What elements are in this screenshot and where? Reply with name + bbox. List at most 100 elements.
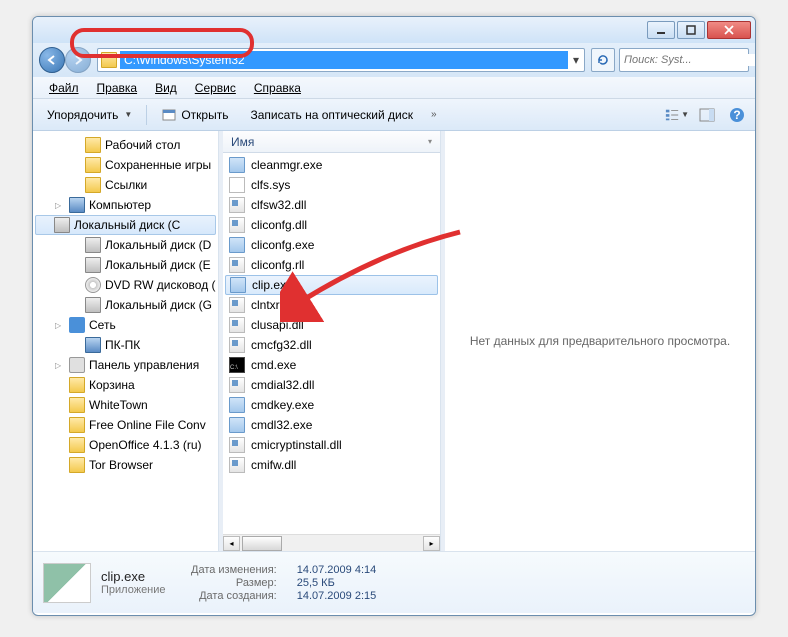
tree-icon (69, 377, 85, 393)
file-row[interactable]: cmifw.dll (223, 455, 440, 475)
tree-icon (85, 157, 101, 173)
menu-file[interactable]: Файл (41, 79, 87, 97)
tree-label: Локальный диск (G (105, 298, 212, 312)
tree-item[interactable]: Локальный диск (E (33, 255, 218, 275)
file-row[interactable]: cliconfg.exe (223, 235, 440, 255)
file-icon (229, 237, 245, 253)
file-name: cmdial32.dll (251, 378, 314, 392)
minimize-button[interactable] (647, 21, 675, 39)
search-box[interactable] (619, 48, 749, 72)
file-row[interactable]: cliconfg.dll (223, 215, 440, 235)
tree-label: Сеть (89, 318, 116, 332)
svg-text:?: ? (733, 108, 740, 122)
file-row[interactable]: cleanmgr.exe (223, 155, 440, 175)
tree-icon (69, 317, 85, 333)
file-name: clip.exe (252, 278, 293, 292)
tree-item[interactable]: Ссылки (33, 175, 218, 195)
view-mode-button[interactable]: ▼ (665, 104, 689, 126)
file-icon (229, 457, 245, 473)
tree-item[interactable]: ПК-ПК (33, 335, 218, 355)
address-input[interactable] (120, 51, 568, 69)
file-icon (229, 177, 245, 193)
maximize-button[interactable] (677, 21, 705, 39)
search-input[interactable] (624, 54, 756, 66)
menu-edit[interactable]: Правка (89, 79, 146, 97)
tree-item[interactable]: DVD RW дисковод ( (33, 275, 218, 295)
file-row[interactable]: cliconfg.rll (223, 255, 440, 275)
file-row[interactable]: clntxres.dll (223, 295, 440, 315)
address-bar[interactable]: ▾ (97, 48, 585, 72)
open-button[interactable]: Открыть (153, 103, 236, 127)
help-button[interactable]: ? (725, 104, 749, 126)
toolbar-overflow[interactable]: » (427, 109, 441, 120)
open-icon (161, 107, 177, 123)
file-icon (229, 217, 245, 233)
tree-label: Ссылки (105, 178, 147, 192)
column-header-name[interactable]: Имя▾ (223, 131, 440, 153)
refresh-button[interactable] (591, 48, 615, 72)
file-icon (229, 157, 245, 173)
tree-label: Tor Browser (89, 458, 153, 472)
tree-item[interactable]: ▷Панель управления (33, 355, 218, 375)
file-row[interactable]: cmd.exe (223, 355, 440, 375)
file-name: cmifw.dll (251, 458, 296, 472)
tree-item[interactable]: Сохраненные игры (33, 155, 218, 175)
tree-item[interactable]: ▷Компьютер (33, 195, 218, 215)
tree-item[interactable]: Free Online File Conv (33, 415, 218, 435)
nav-tree[interactable]: Рабочий стол Сохраненные игры Ссылки ▷Компь… (33, 131, 219, 551)
tree-label: Free Online File Conv (89, 418, 206, 432)
tree-item[interactable]: Рабочий стол (33, 135, 218, 155)
file-row[interactable]: cmcfg32.dll (223, 335, 440, 355)
file-row[interactable]: cmdkey.exe (223, 395, 440, 415)
tree-label: Компьютер (89, 198, 151, 212)
menubar: Файл Правка Вид Сервис Справка (33, 77, 755, 99)
scroll-right[interactable]: ▸ (423, 536, 440, 551)
tree-item[interactable]: WhiteTown (33, 395, 218, 415)
h-scrollbar[interactable]: ◂ ▸ (223, 534, 440, 551)
file-row[interactable]: cmdial32.dll (223, 375, 440, 395)
tree-item[interactable]: Локальный диск (G (33, 295, 218, 315)
tree-item[interactable]: Локальный диск (C (35, 215, 216, 235)
file-row[interactable]: clusapi.dll (223, 315, 440, 335)
file-name: cliconfg.dll (251, 218, 307, 232)
tree-icon (69, 437, 85, 453)
scroll-thumb[interactable] (242, 536, 282, 551)
file-row[interactable]: cmicryptinstall.dll (223, 435, 440, 455)
file-row[interactable]: cmdl32.exe (223, 415, 440, 435)
file-row[interactable]: clfsw32.dll (223, 195, 440, 215)
tree-icon (69, 457, 85, 473)
organize-button[interactable]: Упорядочить▼ (39, 104, 140, 126)
tree-item[interactable]: ▷Сеть (33, 315, 218, 335)
preview-pane-button[interactable] (695, 104, 719, 126)
tree-icon (54, 217, 70, 233)
tree-item[interactable]: Tor Browser (33, 455, 218, 475)
address-dropdown[interactable]: ▾ (568, 53, 584, 67)
close-button[interactable] (707, 21, 751, 39)
tree-label: Сохраненные игры (105, 158, 211, 172)
burn-button[interactable]: Записать на оптический диск (242, 104, 421, 126)
menu-help[interactable]: Справка (246, 79, 309, 97)
file-row[interactable]: clfs.sys (223, 175, 440, 195)
file-list[interactable]: cleanmgr.execlfs.sysclfsw32.dll cliconfg.… (223, 153, 440, 534)
menu-tools[interactable]: Сервис (187, 79, 244, 97)
tree-icon (85, 137, 101, 153)
tree-item[interactable]: Локальный диск (D (33, 235, 218, 255)
body: Рабочий стол Сохраненные игры Ссылки ▷Компь… (33, 131, 755, 551)
tree-label: OpenOffice 4.1.3 (ru) (89, 438, 202, 452)
file-row[interactable]: clip.exe (225, 275, 438, 295)
file-name: clntxres.dll (251, 298, 308, 312)
tree-item[interactable]: Корзина (33, 375, 218, 395)
tree-label: Рабочий стол (105, 138, 180, 152)
forward-button[interactable] (65, 47, 91, 73)
file-icon (229, 357, 245, 373)
details-filename: clip.exe (101, 569, 181, 584)
menu-view[interactable]: Вид (147, 79, 185, 97)
file-name: cliconfg.exe (251, 238, 314, 252)
tree-item[interactable]: OpenOffice 4.1.3 (ru) (33, 435, 218, 455)
help-icon: ? (729, 107, 745, 123)
scroll-left[interactable]: ◂ (223, 536, 240, 551)
tree-label: Локальный диск (E (105, 258, 211, 272)
tree-label: Локальный диск (C (74, 218, 180, 232)
back-button[interactable] (39, 47, 65, 73)
file-icon (230, 277, 246, 293)
